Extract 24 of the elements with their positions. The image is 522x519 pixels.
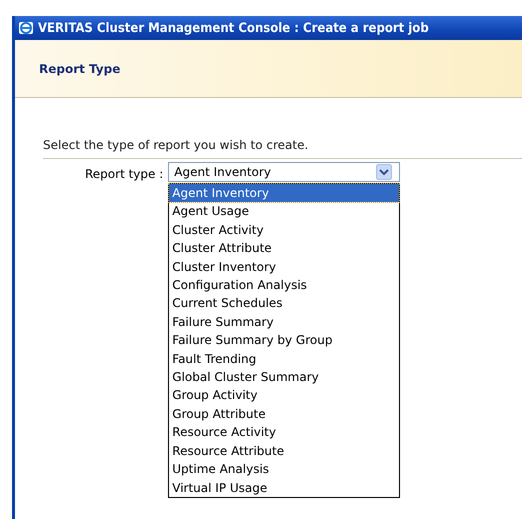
dropdown-option[interactable]: Failure Summary — [169, 312, 400, 332]
dropdown-option[interactable]: Virtual IP Usage — [169, 478, 400, 497]
dropdown-option[interactable]: Failure Summary by Group — [169, 331, 400, 350]
dropdown-option[interactable]: Cluster Activity — [169, 220, 400, 240]
report-type-dropdown[interactable]: Agent Inventory — [168, 162, 400, 182]
dropdown-option[interactable]: Uptime Analysis — [169, 460, 400, 478]
dropdown-option[interactable]: Resource Attribute — [169, 442, 400, 460]
dropdown-option[interactable]: Cluster Attribute — [169, 239, 400, 258]
dropdown-option[interactable]: Global Cluster Summary — [169, 368, 400, 386]
window-title: VERITAS Cluster Management Console : Create a report job — [38, 20, 429, 36]
caret-icon — [376, 164, 392, 180]
field-label: Report type : — [85, 166, 164, 181]
dropdown-option[interactable]: Agent Inventory — [169, 184, 400, 202]
dropdown-option[interactable]: Group Activity — [169, 386, 400, 405]
dropdown-option[interactable]: Resource Activity — [169, 423, 400, 442]
browser-e-icon — [18, 20, 34, 36]
dropdown-option[interactable]: Group Attribute — [169, 404, 400, 424]
dropdown-option[interactable]: Fault Trending — [169, 350, 400, 368]
section-title: Report Type — [39, 62, 120, 76]
instruction-text: Select the type of report you wish to create. — [43, 138, 522, 159]
dropdown-option[interactable]: Configuration Analysis — [169, 276, 400, 294]
dropdown-option[interactable]: Cluster Inventory — [169, 258, 400, 276]
dropdown-option[interactable]: Agent Usage — [169, 202, 400, 221]
dropdown-option[interactable]: Current Schedules — [169, 294, 400, 313]
